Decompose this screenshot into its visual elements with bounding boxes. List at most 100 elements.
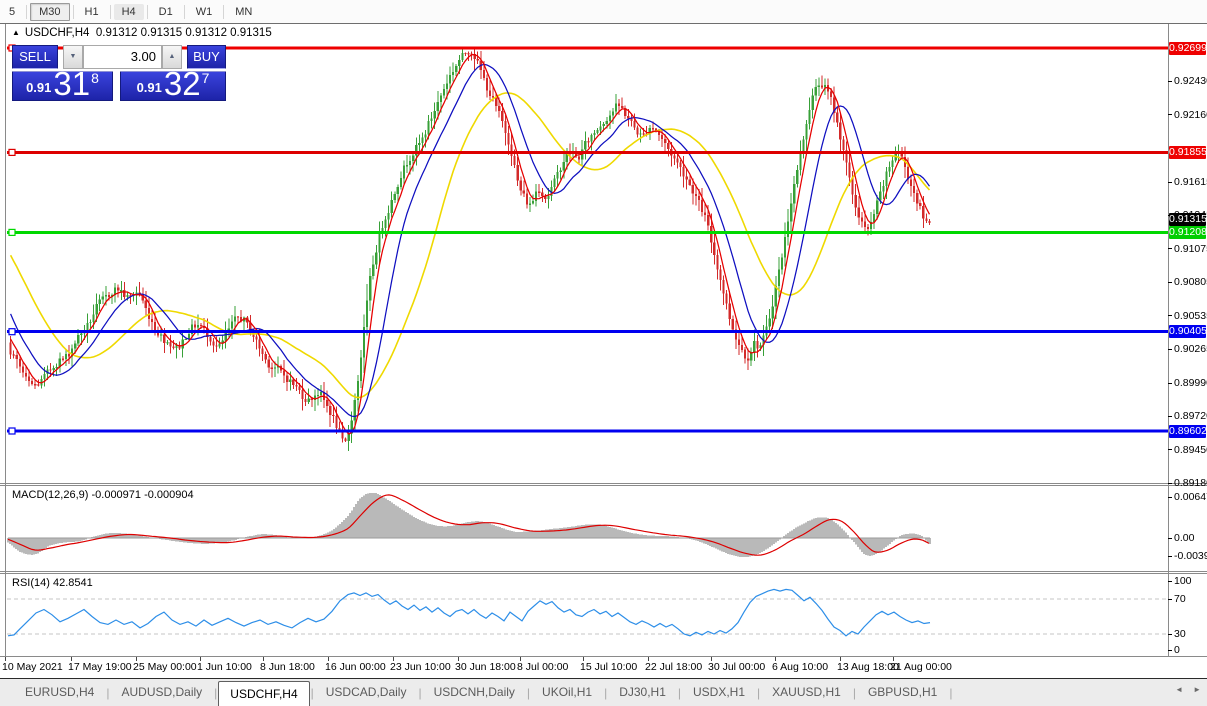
- candle-body: [317, 395, 319, 396]
- candle-body: [686, 177, 688, 180]
- ma-line-ma_mid: [11, 64, 930, 416]
- candle-body: [818, 86, 820, 88]
- candle-body: [747, 358, 749, 360]
- timeframe-button-d1[interactable]: D1: [151, 4, 181, 20]
- candle-body: [298, 386, 300, 390]
- date-label: 21 Aug 00:00: [890, 661, 952, 673]
- price-tick-mark: [1168, 349, 1172, 350]
- timeframe-button-mn[interactable]: MN: [227, 4, 260, 20]
- candle-body: [885, 172, 887, 186]
- candle-body: [366, 300, 368, 327]
- candle-body: [255, 337, 257, 340]
- candle-body: [593, 133, 595, 135]
- candle-body: [418, 143, 420, 145]
- candle-body: [661, 135, 663, 139]
- candle-body: [200, 325, 202, 326]
- candle-body: [679, 162, 681, 167]
- tab-prev-icon[interactable]: ◄: [1175, 685, 1183, 694]
- candle-body: [514, 156, 516, 165]
- pane-divider[interactable]: [0, 571, 1207, 572]
- candle-body: [793, 184, 795, 203]
- candle-body: [43, 374, 45, 379]
- candle-body: [105, 295, 107, 297]
- candle-body: [93, 314, 95, 322]
- candle-body: [729, 304, 731, 319]
- candle-body: [234, 317, 236, 322]
- candle-body: [262, 349, 264, 354]
- timeframe-button-5[interactable]: 5: [1, 4, 23, 20]
- timeframe-button-m30[interactable]: M30: [30, 3, 69, 21]
- chart-tab-usdchf[interactable]: USDCHF,H4: [218, 681, 309, 706]
- sell-price-pip: 8: [91, 70, 99, 86]
- candle-body: [627, 116, 629, 118]
- volume-input[interactable]: 3.00: [83, 45, 162, 69]
- candle-body: [424, 134, 426, 137]
- macd-tick-label: 0.00647: [1174, 491, 1207, 503]
- candle-body: [467, 53, 469, 54]
- level-line-anchor[interactable]: [9, 329, 15, 335]
- rsi-tick-mark: [1168, 581, 1172, 582]
- candle-body: [781, 257, 783, 269]
- candle-body: [13, 355, 15, 356]
- tab-next-icon[interactable]: ►: [1193, 685, 1201, 694]
- rsi-tick-mark: [1168, 599, 1172, 600]
- chart-tab-ukoil[interactable]: UKOil,H1: [531, 679, 603, 706]
- tab-separator: |: [418, 686, 421, 700]
- level-line-anchor[interactable]: [9, 229, 15, 235]
- candle-body: [861, 217, 863, 221]
- timeframe-button-h1[interactable]: H1: [77, 4, 107, 20]
- candle-body: [756, 341, 758, 348]
- date-label: 8 Jul 00:00: [517, 661, 568, 673]
- candle-body: [378, 233, 380, 253]
- rsi-pane[interactable]: [7, 574, 1168, 656]
- chart-tab-usdx[interactable]: USDX,H1: [682, 679, 756, 706]
- buy-price-pip: 7: [202, 70, 210, 86]
- chart-tab-audusd[interactable]: AUDUSD,Daily: [110, 679, 213, 706]
- candle-body: [96, 304, 98, 314]
- collapse-trade-panel-icon[interactable]: ▲: [12, 28, 20, 37]
- candle-body: [787, 222, 789, 237]
- level-line-anchor[interactable]: [9, 428, 15, 434]
- candle-body: [431, 118, 433, 121]
- candle-body: [636, 128, 638, 135]
- timeframe-toolbar: 5 M30 H1 H4 D1 W1 MN: [0, 0, 1207, 24]
- timeframe-button-h4[interactable]: H4: [114, 4, 144, 20]
- chart-tab-usdcad[interactable]: USDCAD,Daily: [315, 679, 418, 706]
- chart-tab-usdcnh[interactable]: USDCNH,Daily: [423, 679, 526, 706]
- candle-body: [633, 121, 635, 128]
- chart-tab-gbpusd[interactable]: GBPUSD,H1: [857, 679, 948, 706]
- candle-body: [455, 66, 457, 72]
- candle-body: [919, 203, 921, 206]
- sell-button[interactable]: SELL: [12, 45, 58, 69]
- candle-body: [664, 139, 666, 143]
- candle-body: [830, 92, 832, 98]
- candle-body: [772, 306, 774, 318]
- buy-price-box[interactable]: 0.91327: [120, 71, 226, 101]
- timeframe-button-w1[interactable]: W1: [188, 4, 221, 20]
- candle-body: [338, 428, 340, 429]
- date-axis: 10 May 202117 May 19:0025 May 00:001 Jun…: [0, 657, 1168, 678]
- candle-body: [848, 163, 850, 178]
- candle-body: [265, 354, 267, 360]
- candle-body: [166, 342, 168, 343]
- chart-tab-xauusd[interactable]: XAUUSD,H1: [761, 679, 852, 706]
- candle-body: [526, 193, 528, 204]
- candle-body: [163, 334, 165, 343]
- candle-body: [31, 381, 33, 384]
- candle-body: [283, 370, 285, 375]
- candle-body: [231, 322, 233, 329]
- candle-body: [123, 290, 125, 297]
- level-line-anchor[interactable]: [9, 149, 15, 155]
- candle-body: [37, 384, 39, 385]
- chart-tab-eurusd[interactable]: EURUSD,H4: [14, 679, 105, 706]
- candle-body: [560, 171, 562, 173]
- chart-tab-dj30[interactable]: DJ30,H1: [608, 679, 677, 706]
- candle-body: [879, 192, 881, 201]
- sell-price-box[interactable]: 0.91318: [12, 71, 113, 101]
- candle-body: [876, 200, 878, 214]
- candle-body: [701, 200, 703, 212]
- pane-divider[interactable]: [0, 483, 1207, 484]
- candle-body: [169, 342, 171, 347]
- candle-body: [855, 195, 857, 208]
- candle-body: [603, 124, 605, 126]
